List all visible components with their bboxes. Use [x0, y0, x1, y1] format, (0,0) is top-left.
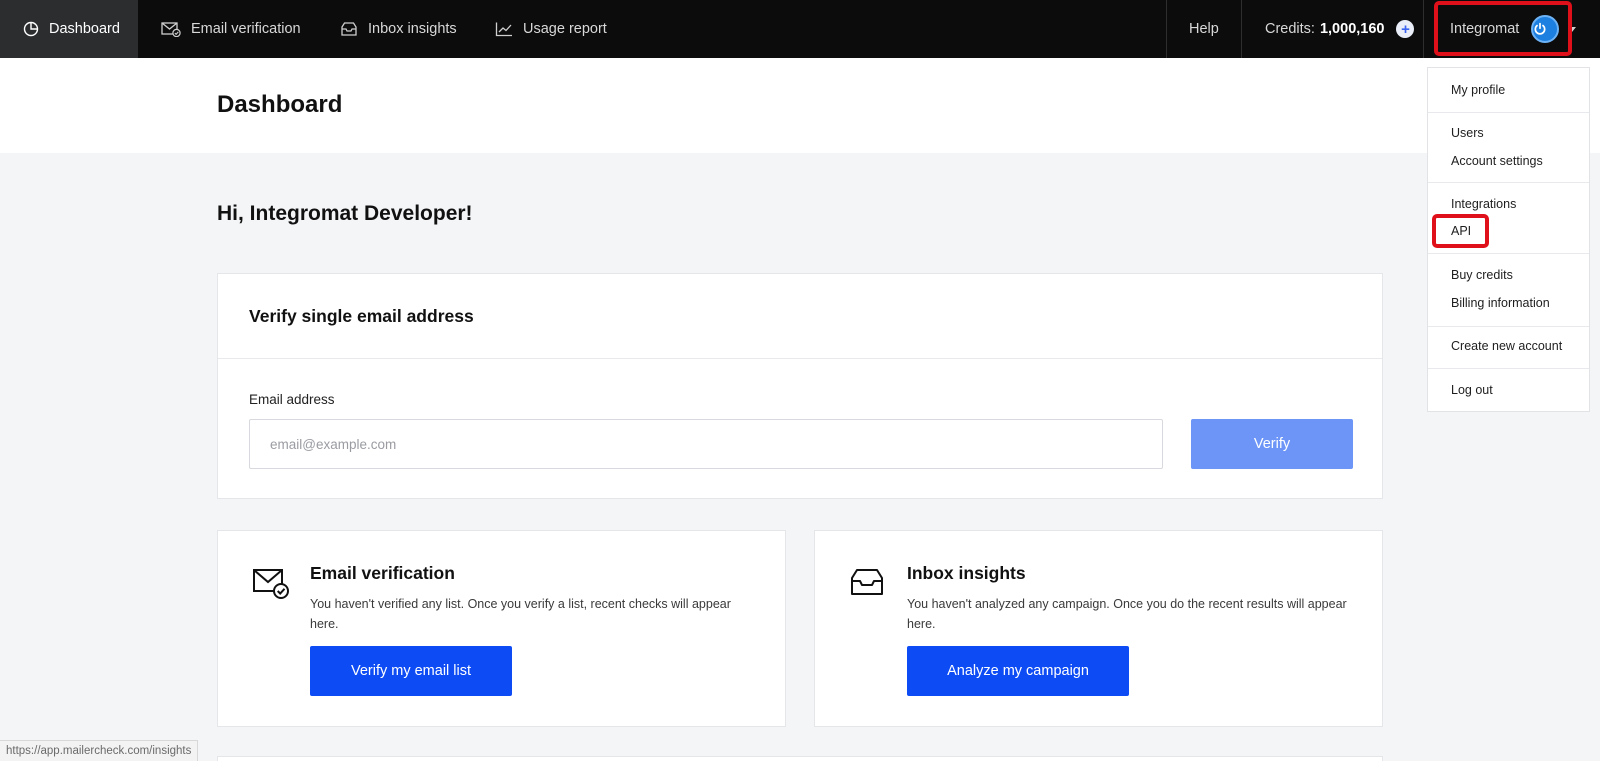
email-verification-title: Email verification [310, 563, 455, 583]
nav-usage-report-label: Usage report [523, 21, 607, 37]
nav-credits: Credits: 1,000,160 + [1265, 0, 1415, 58]
nav-inbox-insights-label: Inbox insights [368, 21, 457, 37]
menu-divider [1428, 112, 1589, 113]
status-bar-url: https://app.mailercheck.com/insights [0, 740, 199, 761]
page-title: Dashboard [217, 91, 343, 118]
menu-item-my-profile[interactable]: My profile [1451, 83, 1505, 97]
nav-separator [1241, 0, 1242, 58]
menu-item-log-out[interactable]: Log out [1451, 383, 1493, 397]
menu-item-buy-credits[interactable]: Buy credits [1451, 268, 1513, 282]
email-input[interactable] [249, 419, 1163, 469]
verify-card-title: Verify single email address [249, 306, 474, 326]
credits-label: Credits: [1265, 21, 1315, 37]
page-header: Dashboard [0, 58, 1600, 153]
nav-dashboard[interactable]: Dashboard [0, 0, 138, 58]
verify-single-email-card: Verify single email address Email addres… [217, 273, 1383, 499]
nav-inbox-insights[interactable]: Inbox insights [340, 0, 457, 58]
inbox-icon [849, 567, 885, 602]
nav-help[interactable]: Help [1189, 0, 1219, 58]
nav-usage-report[interactable]: Usage report [495, 0, 607, 58]
email-address-label: Email address [249, 392, 335, 407]
menu-item-create-new-account[interactable]: Create new account [1451, 339, 1562, 353]
email-verification-card: Email verification You haven't verified … [217, 530, 786, 727]
highlight-box-account [1434, 1, 1572, 56]
inbox-insights-card: Inbox insights You haven't analyzed any … [814, 530, 1383, 727]
nav-separator [1423, 0, 1424, 58]
menu-item-account-settings[interactable]: Account settings [1451, 154, 1543, 168]
email-verification-description: You haven't verified any list. Once you … [310, 597, 731, 631]
chart-pie-icon [23, 21, 39, 37]
verify-button[interactable]: Verify [1191, 419, 1353, 469]
nav-separator [1166, 0, 1167, 58]
menu-divider [1428, 253, 1589, 254]
nav-email-verification-label: Email verification [191, 21, 301, 37]
mail-check-icon [161, 22, 181, 37]
inbox-insights-title: Inbox insights [907, 563, 1026, 583]
add-credits-icon[interactable]: + [1396, 20, 1415, 38]
top-navigation: Dashboard Email verification Inbox insig… [0, 0, 1600, 58]
mail-check-icon [252, 567, 292, 606]
highlight-box-api [1432, 214, 1489, 248]
menu-divider [1428, 182, 1589, 183]
inbox-insights-description: You haven't analyzed any campaign. Once … [907, 597, 1347, 631]
menu-divider [1428, 368, 1589, 369]
greeting-heading: Hi, Integromat Developer! [217, 202, 473, 225]
menu-item-users[interactable]: Users [1451, 126, 1484, 140]
inbox-icon [341, 22, 357, 36]
nav-email-verification[interactable]: Email verification [161, 0, 301, 58]
nav-help-label: Help [1189, 21, 1219, 37]
menu-item-integrations[interactable]: Integrations [1451, 197, 1516, 211]
nav-dashboard-label: Dashboard [49, 21, 120, 37]
credits-value: 1,000,160 [1319, 21, 1385, 37]
verify-email-list-button[interactable]: Verify my email list [310, 646, 512, 696]
menu-item-billing-information[interactable]: Billing information [1451, 296, 1550, 310]
next-card-edge [217, 756, 1383, 761]
card-divider [218, 358, 1382, 359]
analyze-campaign-button[interactable]: Analyze my campaign [907, 646, 1129, 696]
line-chart-icon [495, 22, 512, 37]
menu-divider [1428, 326, 1589, 327]
